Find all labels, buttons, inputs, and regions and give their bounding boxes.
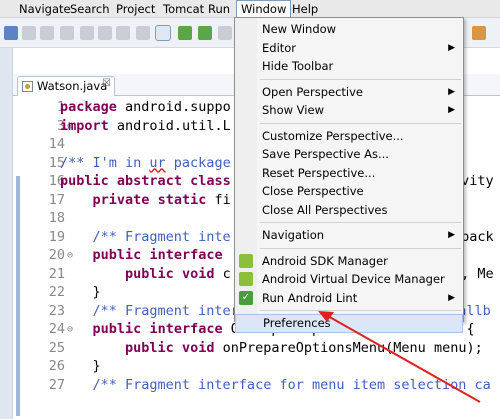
open-perspective-icon[interactable] (472, 26, 486, 40)
line-number: 21 (48, 265, 65, 282)
line-number: 24 (48, 321, 65, 337)
download-icon[interactable] (178, 26, 192, 40)
menu-help[interactable]: Help (288, 0, 322, 18)
line-number: 26 (48, 358, 65, 374)
submenu-arrow-icon: ▶ (448, 230, 455, 240)
pause-icon[interactable] (22, 26, 36, 40)
menu-item-label: Preferences (263, 316, 331, 330)
java-file-icon (22, 81, 33, 92)
menu-item-label: Hide Toolbar (262, 59, 334, 73)
menu-item-hide-toolbar[interactable]: Hide Toolbar (235, 57, 463, 76)
menu-item-label: New Window (262, 22, 337, 36)
menu-item-label: Android Virtual Device Manager (262, 272, 445, 286)
disconnect-icon[interactable] (60, 26, 74, 40)
menu-item-label: Reset Perspective... (262, 165, 376, 180)
menu-item-android-sdk-manager[interactable]: Android SDK Manager (235, 252, 463, 271)
code-line[interactable]: package android.suppo (60, 99, 231, 115)
step-over-icon[interactable] (98, 26, 112, 40)
menu-item-label: Close Perspective (262, 184, 364, 198)
menu-item-label: Close All Perspectives (262, 202, 388, 217)
submenu-arrow-icon: ▶ (448, 86, 455, 97)
menu-item-label: Run Android Lint (262, 290, 358, 305)
menu-separator (260, 122, 461, 124)
menu-item-label: Save Perspective As... (262, 147, 389, 161)
menu-item-save-perspective-as[interactable]: Save Perspective As... (235, 145, 463, 164)
menu-item-label: Open Perspective (262, 84, 363, 99)
line-number: 23 (48, 302, 65, 319)
code-line[interactable]: /** Fragment interface for menu item sel… (60, 377, 491, 393)
line-number: 18 (48, 210, 65, 226)
menu-item-label: Show View (262, 103, 324, 117)
menu-window[interactable]: Window (236, 0, 292, 18)
code-line[interactable]: /** I'm in ur package (60, 155, 231, 171)
code-line[interactable]: } (60, 284, 101, 300)
step-return-icon[interactable] (116, 26, 130, 40)
code-line[interactable]: public abstract class (60, 173, 231, 189)
lint-check-icon: ✓ (239, 290, 253, 305)
check-icon[interactable] (218, 26, 232, 40)
editor-tab[interactable]: Watson.java ☒ (17, 76, 115, 96)
menu-separator (260, 310, 461, 311)
code-line[interactable]: } (60, 358, 101, 374)
line-number: 25 (48, 339, 65, 356)
use-step-filters-icon[interactable] (155, 25, 171, 41)
close-icon[interactable]: ☒ (102, 78, 111, 89)
code-line[interactable]: import android.util.L (60, 118, 231, 134)
menu-item-reset-perspective[interactable]: Reset Perspective... (235, 164, 463, 183)
left-trim-bar (0, 48, 13, 419)
drop-frame-icon[interactable] (136, 26, 150, 40)
menu-separator (260, 78, 461, 80)
line-number: 27 (48, 376, 65, 393)
menu-item-label: Android SDK Manager (262, 253, 388, 268)
menu-item-show-view[interactable]: Show View ▶ (235, 101, 463, 120)
line-number: 20 (48, 247, 65, 263)
line-number: 16 (48, 173, 65, 189)
line-number: 14 (48, 136, 65, 152)
menu-item-label: Navigation (262, 228, 325, 242)
line-number: 15 (48, 154, 65, 171)
menu-tomcat[interactable]: Tomcat (159, 0, 208, 18)
menu-item-navigation[interactable]: Navigation ▶ (235, 226, 463, 245)
menu-search[interactable]: Search (66, 0, 114, 18)
code-line[interactable]: public interface (60, 247, 223, 263)
editor-tab-label: Watson.java (37, 79, 108, 93)
step-into-icon[interactable] (80, 26, 94, 40)
code-line[interactable]: /** Fragment inte (60, 229, 231, 245)
run-icon[interactable] (4, 26, 18, 40)
menu-item-new-window[interactable]: New Window (235, 20, 463, 39)
code-line[interactable]: private static fi (60, 192, 231, 208)
menu-run[interactable]: Run (204, 0, 234, 18)
menu-item-preferences[interactable]: Preferences (235, 314, 463, 333)
submenu-arrow-icon: ▶ (448, 292, 455, 303)
menu-item-label: Customize Perspective... (262, 128, 404, 143)
menu-item-open-perspective[interactable]: Open Perspective ▶ (235, 83, 463, 102)
android-sdk-icon (239, 253, 253, 268)
menu-item-android-virtual-device-manager[interactable]: Android Virtual Device Manager (235, 270, 463, 289)
window-menu-dropdown: New Window Editor ▶ Hide Toolbar Open Perspe… (234, 17, 464, 333)
menu-project[interactable]: Project (112, 0, 159, 18)
menu-separator (260, 222, 461, 223)
menu-bar: Navigate Search Project Tomcat Run Window Help (0, 0, 500, 18)
line-number: 3 (56, 117, 65, 134)
menu-item-customize-perspective[interactable]: Customize Perspective... (235, 127, 463, 146)
line-number: 22 (48, 284, 65, 300)
code-line[interactable]: public void onPrepareOptionsMenu(Menu me… (60, 340, 483, 356)
line-number: 1 (56, 99, 65, 115)
code-line[interactable]: public void c (60, 266, 231, 282)
line-number: 17 (48, 191, 65, 208)
menu-item-label: Editor (262, 40, 297, 55)
submenu-arrow-icon: ▶ (448, 105, 455, 115)
line-number: 19 (48, 228, 65, 245)
menu-item-editor[interactable]: Editor ▶ (235, 39, 463, 58)
android-avd-icon (239, 272, 253, 286)
menu-separator (260, 247, 461, 249)
menu-item-close-perspective[interactable]: Close Perspective (235, 182, 463, 201)
menu-item-close-all-perspectives[interactable]: Close All Perspectives (235, 201, 463, 220)
menu-item-run-android-lint[interactable]: ✓ Run Android Lint ▶ (235, 289, 463, 308)
submenu-arrow-icon: ▶ (448, 42, 455, 53)
stop-icon[interactable] (40, 26, 54, 40)
android-device-icon[interactable] (198, 26, 212, 40)
